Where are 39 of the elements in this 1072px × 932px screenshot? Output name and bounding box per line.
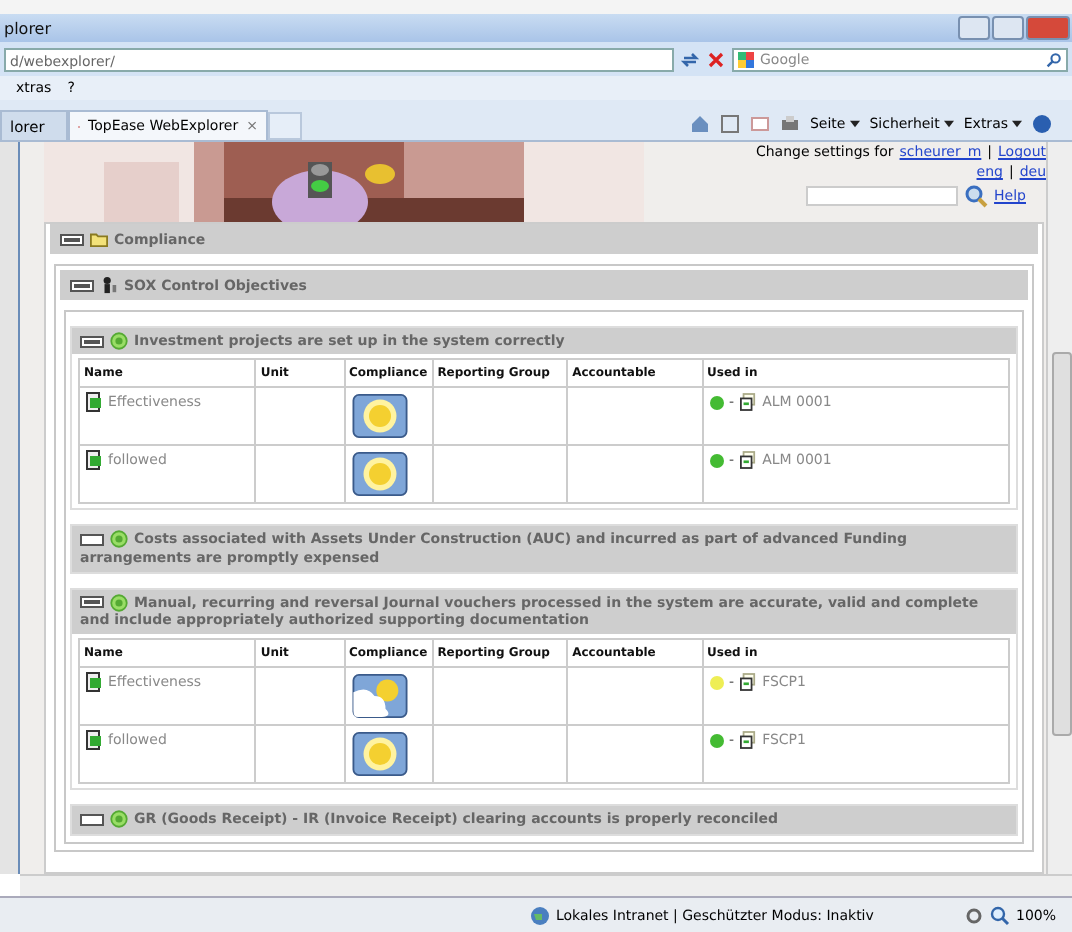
toggle-icon[interactable] <box>80 596 104 609</box>
toggle-icon[interactable] <box>60 233 84 245</box>
globe-icon <box>530 905 550 925</box>
person-icon <box>100 276 118 294</box>
toggle-icon[interactable] <box>80 813 104 826</box>
document-icon <box>86 730 102 751</box>
toggle-icon[interactable] <box>80 533 104 546</box>
caret-icon <box>849 119 860 127</box>
target-icon <box>110 593 128 612</box>
search-icon[interactable] <box>964 184 989 208</box>
document-icon <box>86 392 102 413</box>
process-icon <box>740 730 757 751</box>
google-logo-icon <box>738 51 754 67</box>
caret-icon <box>1012 119 1022 127</box>
horizontal-scrollbar[interactable] <box>20 874 1072 896</box>
search-icon[interactable] <box>1046 51 1062 67</box>
printer-icon[interactable] <box>779 113 800 133</box>
process-icon <box>740 672 757 693</box>
window-title: plorer <box>4 19 52 37</box>
home-icon[interactable] <box>689 113 710 133</box>
document-icon <box>86 450 102 471</box>
search-field[interactable] <box>806 186 959 206</box>
mail-icon[interactable] <box>749 113 770 133</box>
maximize-button[interactable] <box>992 16 1024 40</box>
zoom-icon[interactable] <box>989 905 1010 925</box>
process-icon <box>740 450 757 471</box>
caret-icon <box>943 119 954 127</box>
process-icon <box>740 392 757 413</box>
vertical-scrollbar[interactable] <box>1046 142 1072 874</box>
minimize-button[interactable] <box>958 16 990 40</box>
folder-icon <box>90 230 108 248</box>
target-icon <box>110 810 128 829</box>
toggle-icon[interactable] <box>70 279 94 291</box>
toggle-icon[interactable] <box>80 335 104 347</box>
document-icon <box>86 672 102 693</box>
stop-icon[interactable] <box>706 49 726 69</box>
target-icon <box>110 332 128 350</box>
target-icon <box>110 530 128 549</box>
refresh-icon[interactable] <box>680 49 700 69</box>
